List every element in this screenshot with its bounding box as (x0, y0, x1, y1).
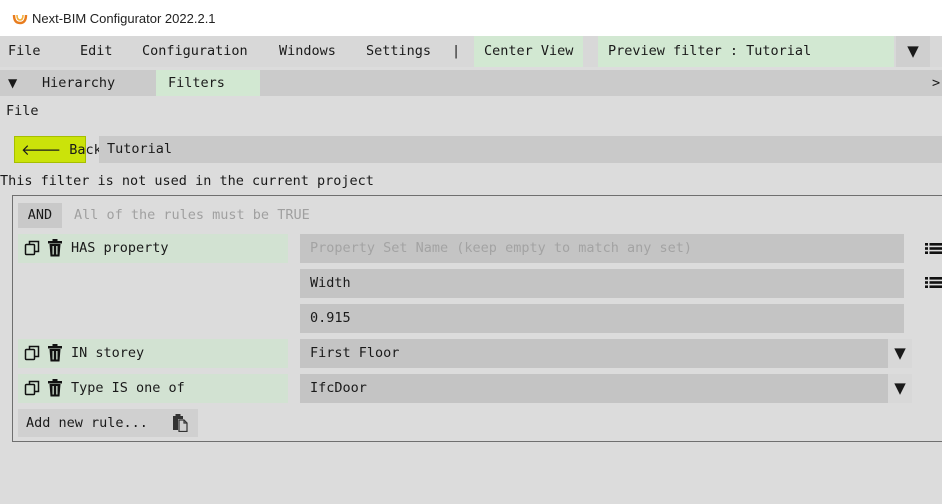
menu-configuration[interactable]: Configuration (142, 36, 248, 67)
tab-hierarchy[interactable]: Hierarchy (30, 70, 127, 96)
triangle-down-icon[interactable]: ▼ (888, 374, 912, 403)
rule-has-property: HAS property (18, 234, 288, 263)
property-set-name-input[interactable]: Property Set Name (keep empty to match a… (300, 234, 904, 263)
paste-icon[interactable] (172, 414, 188, 432)
menu-edit[interactable]: Edit (80, 36, 113, 67)
rule-label: IN storey (71, 345, 145, 361)
menu-bar: File Edit Configuration Windows Settings… (0, 36, 942, 67)
filter-name-input[interactable]: Tutorial (99, 136, 942, 163)
filter-header: 🡐 Back Tutorial (0, 136, 942, 163)
menu-file[interactable]: File (8, 36, 41, 67)
filter-usage-notice: This filter is not used in the current p… (0, 173, 374, 189)
property-value-input[interactable]: 0.915 (300, 304, 904, 333)
storey-select[interactable]: First Floor (300, 339, 888, 368)
type-select[interactable]: IfcDoor (300, 374, 888, 403)
panel-tab-bar: ▼ Hierarchy Filters > (0, 70, 942, 96)
rule-type-is-one-of: Type IS one of (18, 374, 288, 403)
tab-filters[interactable]: Filters (156, 70, 260, 96)
rule-in-storey: IN storey (18, 339, 288, 368)
file-label: File (6, 103, 39, 119)
back-button[interactable]: 🡐 Back (14, 136, 102, 163)
rule-label: HAS property (71, 240, 169, 256)
menu-settings[interactable]: Settings (366, 36, 431, 67)
window-title: Next-BIM Configurator 2022.2.1 (32, 10, 216, 26)
property-name-input[interactable]: Width (300, 269, 904, 298)
copy-icon[interactable] (24, 240, 40, 256)
title-bar: Next-BIM Configurator 2022.2.1 (0, 0, 942, 36)
rule-label: Type IS one of (71, 380, 185, 396)
triangle-down-icon[interactable]: ▼ (896, 36, 930, 67)
add-new-rule-button[interactable]: Add new rule... (18, 409, 198, 437)
add-new-rule-label: Add new rule... (26, 415, 148, 431)
copy-icon[interactable] (24, 345, 40, 361)
triangle-down-icon[interactable]: ▼ (888, 339, 912, 368)
list-menu-icon[interactable] (918, 234, 942, 263)
arrow-left-icon: 🡐 (21, 141, 62, 159)
menu-separator: | (452, 43, 461, 59)
preview-filter-select[interactable]: Preview filter : Tutorial (598, 36, 894, 67)
app-logo-icon (12, 14, 28, 25)
collapse-triangle-icon[interactable]: ▼ (8, 70, 17, 96)
list-menu-icon[interactable] (918, 269, 942, 298)
operator-description: All of the rules must be TRUE (74, 207, 310, 223)
back-label: Back (69, 141, 102, 158)
center-view-button[interactable]: Center View (474, 36, 584, 67)
trash-icon[interactable] (47, 379, 63, 397)
trash-icon[interactable] (47, 344, 63, 362)
trash-icon[interactable] (47, 239, 63, 257)
copy-icon[interactable] (24, 380, 40, 396)
operator-button[interactable]: AND (18, 203, 62, 228)
tab-overflow-chevron-icon[interactable]: > (932, 70, 940, 96)
menu-windows[interactable]: Windows (279, 36, 336, 67)
